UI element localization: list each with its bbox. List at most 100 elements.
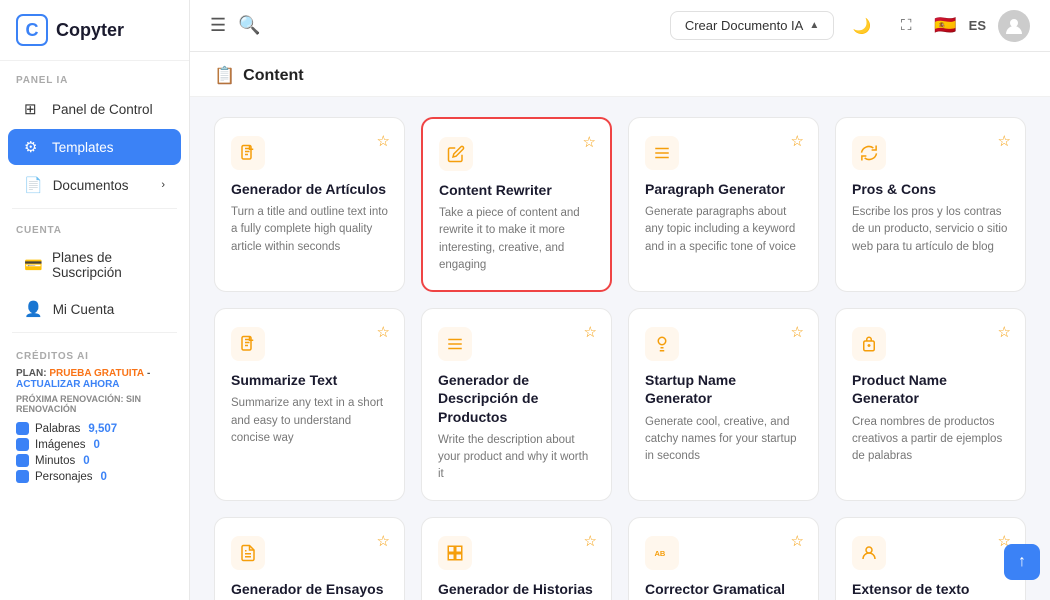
- sidebar-item-planes[interactable]: 💳 Planes de Suscripción: [8, 241, 181, 289]
- credit-dot: [16, 454, 29, 467]
- renewal-label: PRÓXIMA RENOVACIÓN: SIN RENOVACIÓN: [16, 394, 173, 414]
- card-icon: [645, 327, 679, 361]
- card-title: Paragraph Generator: [645, 180, 802, 198]
- plan-label: PLAN: PRUEBA GRATUITA - ACTUALIZAR AHORA: [16, 368, 173, 390]
- scroll-to-top-button[interactable]: ↑: [1004, 544, 1040, 580]
- fullscreen-icon[interactable]: ⛶: [890, 10, 922, 42]
- credit-label: Imágenes: [35, 439, 86, 451]
- credit-value: 0: [83, 455, 89, 467]
- credit-row-palabras: Palabras 9,507: [16, 422, 173, 435]
- credit-label: Personajes: [35, 471, 93, 483]
- star-icon[interactable]: ☆: [377, 132, 390, 150]
- sidebar-item-documentos[interactable]: 📄 Documentos ›: [8, 167, 181, 203]
- card-generador-articulos[interactable]: ☆ Generador de Artículos Turn a title an…: [214, 117, 405, 292]
- sidebar-item-label: Panel de Control: [52, 102, 153, 117]
- card-extensor-texto[interactable]: ☆ Extensor de texto Amplíe sus frases co…: [835, 517, 1026, 600]
- flag-icon[interactable]: 🇪🇸: [934, 15, 956, 36]
- card-icon: [231, 327, 265, 361]
- card-generador-historias[interactable]: ☆ Generador de Historias Permita que la …: [421, 517, 612, 600]
- plan-trial-link[interactable]: PRUEBA GRATUITA: [49, 368, 144, 379]
- card-content-rewriter[interactable]: ☆ Content Rewriter Take a piece of conte…: [421, 117, 612, 292]
- user-icon: 👤: [24, 300, 43, 318]
- card-title: Generador de Descripción de Productos: [438, 371, 595, 426]
- card-icon: [231, 536, 265, 570]
- sidebar-item-templates[interactable]: ⚙ Templates: [8, 129, 181, 165]
- main-area: ☰ 🔍 Crear Documento IA ▲ 🌙 ⛶ 🇪🇸 ES 📋 Con…: [190, 0, 1050, 600]
- star-icon[interactable]: ☆: [377, 323, 390, 341]
- card-title: Generador de Artículos: [231, 180, 388, 198]
- card-icon: [852, 136, 886, 170]
- card-generador-ensayos[interactable]: ☆ Generador de Ensayos Crea ensayos acad…: [214, 517, 405, 600]
- card-desc: Turn a title and outline text into a ful…: [231, 204, 388, 256]
- sidebar: C Copyter PANEL IA ⊞ Panel de Control ⚙ …: [0, 0, 190, 600]
- star-icon[interactable]: ☆: [584, 323, 597, 341]
- card-title: Product Name Generator: [852, 371, 1009, 407]
- card-startup-name[interactable]: ☆ Startup Name Generator Generate cool, …: [628, 308, 819, 500]
- card-icon: [852, 536, 886, 570]
- cards-grid: ☆ Generador de Artículos Turn a title an…: [190, 97, 1050, 600]
- credit-dot: [16, 438, 29, 451]
- star-icon[interactable]: ☆: [584, 532, 597, 550]
- star-icon[interactable]: ☆: [791, 132, 804, 150]
- star-icon[interactable]: ☆: [998, 323, 1011, 341]
- card-desc: Write the description about your product…: [438, 432, 595, 484]
- divider: [12, 208, 177, 209]
- card-desc: Summarize any text in a short and easy t…: [231, 395, 388, 447]
- card-icon: [438, 536, 472, 570]
- card-desc: Generate cool, creative, and catchy name…: [645, 414, 802, 466]
- credits-section: CRÉDITOS AI PLAN: PRUEBA GRATUITA - ACTU…: [0, 341, 189, 496]
- content-header-title: Content: [243, 67, 303, 85]
- credit-value: 9,507: [88, 423, 117, 435]
- card-summarize-text[interactable]: ☆ Summarize Text Summarize any text in a…: [214, 308, 405, 500]
- card-title: Extensor de texto: [852, 580, 1009, 598]
- credit-row-imagenes: Imágenes 0: [16, 438, 173, 451]
- document-icon: 📄: [24, 176, 43, 194]
- content-header-icon: 📋: [214, 66, 235, 86]
- card-paragraph-generator[interactable]: ☆ Paragraph Generator Generate paragraph…: [628, 117, 819, 292]
- language-label[interactable]: ES: [969, 18, 986, 33]
- card-desc: Generate paragraphs about any topic incl…: [645, 204, 802, 256]
- sidebar-item-panel[interactable]: ⊞ Panel de Control: [8, 91, 181, 127]
- card-icon: [231, 136, 265, 170]
- credit-dot: [16, 470, 29, 483]
- topbar: ☰ 🔍 Crear Documento IA ▲ 🌙 ⛶ 🇪🇸 ES: [190, 0, 1050, 52]
- sidebar-item-label: Planes de Suscripción: [52, 250, 165, 280]
- card-corrector-gramatical[interactable]: ☆ AB Corrector Gramatical Asegúrese de q…: [628, 517, 819, 600]
- logo-area: C Copyter: [0, 0, 189, 61]
- grid-icon: ⊞: [24, 100, 42, 118]
- card-product-name[interactable]: ☆ Product Name Generator Crea nombres de…: [835, 308, 1026, 500]
- content-area: 📋 Content ☆ Generador de Artículos Turn …: [190, 52, 1050, 600]
- sidebar-item-micuenta[interactable]: 👤 Mi Cuenta: [8, 291, 181, 327]
- app-name: Copyter: [56, 20, 124, 41]
- plan-update-link[interactable]: ACTUALIZAR AHORA: [16, 379, 120, 390]
- credits-label: CRÉDITOS AI: [16, 351, 173, 368]
- card-generador-descripcion[interactable]: ☆ Generador de Descripción de Productos …: [421, 308, 612, 500]
- star-icon[interactable]: ☆: [998, 132, 1011, 150]
- card-icon: [645, 136, 679, 170]
- card-desc: Take a piece of content and rewrite it t…: [439, 205, 594, 274]
- card-title: Summarize Text: [231, 371, 388, 389]
- star-icon[interactable]: ☆: [377, 532, 390, 550]
- star-icon[interactable]: ☆: [791, 532, 804, 550]
- cuenta-section-label: CUENTA: [0, 213, 189, 240]
- divider2: [12, 332, 177, 333]
- search-icon[interactable]: 🔍: [238, 15, 260, 36]
- card-title: Generador de Ensayos: [231, 580, 388, 598]
- card-pros-cons[interactable]: ☆ Pros & Cons Escribe los pros y los con…: [835, 117, 1026, 292]
- star-icon[interactable]: ☆: [791, 323, 804, 341]
- svg-text:AB: AB: [655, 549, 666, 558]
- menu-icon[interactable]: ☰: [210, 15, 226, 36]
- credit-value: 0: [101, 471, 107, 483]
- topbar-left: ☰ 🔍: [210, 15, 261, 36]
- sidebar-item-label: Templates: [52, 140, 114, 155]
- theme-toggle-icon[interactable]: 🌙: [846, 10, 878, 42]
- create-document-button[interactable]: Crear Documento IA ▲: [670, 11, 834, 40]
- credit-dot: [16, 422, 29, 435]
- sidebar-item-label: Documentos: [53, 178, 129, 193]
- star-icon[interactable]: ☆: [583, 133, 596, 151]
- chevron-up-icon: ▲: [809, 20, 819, 31]
- credit-value: 0: [94, 439, 100, 451]
- avatar[interactable]: [998, 10, 1030, 42]
- credit-label: Minutos: [35, 455, 75, 467]
- card-title: Generador de Historias: [438, 580, 595, 598]
